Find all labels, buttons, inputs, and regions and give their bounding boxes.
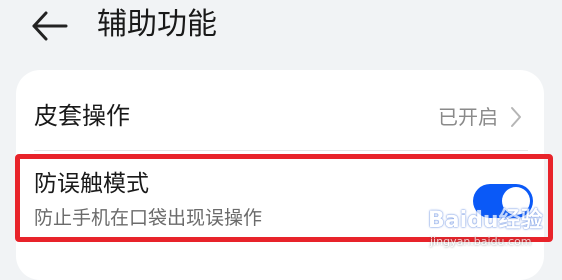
divider: [34, 150, 528, 151]
baidu-watermark-logo: Baidu经验: [428, 208, 543, 233]
back-button[interactable]: [30, 8, 70, 44]
cover-operation-status: 已开启: [438, 105, 498, 129]
accidental-touch-mode-label: 防误触模式: [34, 171, 149, 197]
page-title: 辅助功能: [97, 7, 217, 42]
accidental-touch-mode-description: 防止手机在口袋出现误操作: [34, 207, 263, 229]
chevron-right-icon: [511, 107, 521, 127]
arrow-left-icon: [32, 11, 68, 41]
baidu-watermark: Baidu经验 jingyan.baidu.com: [428, 207, 548, 251]
cover-operation-row[interactable]: 皮套操作 已开启: [16, 90, 544, 146]
baidu-watermark-url: jingyan.baidu.com: [430, 235, 532, 248]
top-bar: 辅助功能: [0, 0, 562, 56]
cover-operation-label: 皮套操作: [34, 102, 130, 130]
